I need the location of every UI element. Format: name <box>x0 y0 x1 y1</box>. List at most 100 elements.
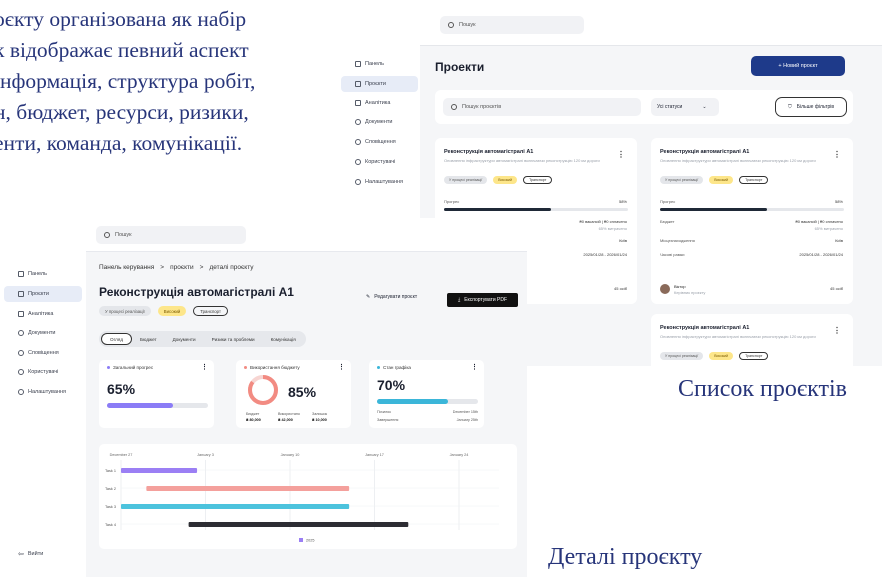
more-vertical-icon[interactable]: ⋮ <box>338 363 345 371</box>
project-search-placeholder: Пошук проєктів <box>462 104 502 110</box>
search-icon <box>451 104 457 110</box>
search-input[interactable]: Пошук <box>440 16 584 34</box>
sidebar-item-analytics[interactable]: Аналітика <box>4 306 82 322</box>
sidebar-item-analytics[interactable]: Аналітика <box>341 95 418 111</box>
budget-col-value: ₴ 80,000 <box>246 418 261 422</box>
kpi-value: 65% <box>107 381 136 397</box>
caption-details: Деталі проєкту <box>548 544 703 570</box>
sidebar-item-label: Документи <box>365 119 393 125</box>
search-icon <box>104 232 110 238</box>
location-label: Місцезнаходження <box>660 238 695 243</box>
owner-name: Віктор <box>674 284 686 289</box>
more-vertical-icon[interactable]: ⋮ <box>833 326 841 335</box>
progress-bar <box>444 208 628 211</box>
sidebar-item-users[interactable]: Користувачі <box>4 364 82 380</box>
more-filters-button[interactable]: ⛉ Більше фільтрів <box>775 97 847 117</box>
sidebar-item-documents[interactable]: Документи <box>4 325 82 341</box>
card-description: Оновлення інфраструктури автомагістралі … <box>660 334 816 339</box>
budget-col-value: ₴ 42,000 <box>278 418 293 422</box>
breadcrumb-details: деталі проєкту <box>209 264 254 271</box>
x-tick-label: January 3 <box>197 453 214 457</box>
tab-risks[interactable]: Ризики та проблеми <box>204 333 263 345</box>
tab-documents[interactable]: Документи <box>165 333 204 345</box>
kpi-budget-card: Використання бюджету ⋮ 85% Бюджет ₴ 80,0… <box>236 360 351 428</box>
search-placeholder: Пошук <box>459 22 476 28</box>
filter-icon: ⛉ <box>787 104 792 110</box>
schedule-row-label: Початок <box>377 410 391 414</box>
more-vertical-icon[interactable]: ⋮ <box>617 150 625 159</box>
sidebar-item-panel[interactable]: Панель <box>4 266 82 282</box>
budget-col-label: Бюджет <box>246 412 260 416</box>
new-project-button[interactable]: + Новий проєкт <box>751 56 845 76</box>
edit-project-button[interactable]: ✎ Редагувати проєкт <box>366 294 417 300</box>
category-badge: Транспорт <box>739 352 769 360</box>
breadcrumb-dashboard[interactable]: Панель керування <box>99 264 154 271</box>
gear-icon <box>18 389 24 395</box>
dot-icon <box>377 366 380 369</box>
progress-bar <box>660 208 844 211</box>
sidebar-item-projects[interactable]: Проєкти <box>341 76 418 92</box>
category-badge: Транспорт <box>739 176 769 184</box>
sidebar: Панель Проєкти Аналітика Документи Спові… <box>0 218 86 577</box>
sidebar-item-notifications[interactable]: Сповіщення <box>4 345 82 361</box>
project-search-input[interactable]: Пошук проєктів <box>443 98 641 116</box>
gantt-bar <box>121 504 350 509</box>
status-select[interactable]: Усі статуси ⌄ <box>651 98 719 116</box>
sidebar-item-settings[interactable]: Налаштування <box>341 174 418 190</box>
sidebar-item-settings[interactable]: Налаштування <box>4 384 82 400</box>
chevron-down-icon: ⌄ <box>702 104 707 110</box>
tab-budget[interactable]: Бюджет <box>132 333 165 345</box>
sidebar-item-panel[interactable]: Панель <box>341 56 418 72</box>
search-input[interactable]: Пошук <box>96 226 246 244</box>
folder-icon <box>18 291 24 297</box>
status-badge: У процесі реалізації <box>660 352 704 360</box>
intro-line: оєкту організована як набір <box>0 7 247 31</box>
logout-icon: ⇦ <box>18 551 24 558</box>
schedule-row-value: December 15th <box>452 410 478 414</box>
status-select-value: Усі статуси <box>657 104 683 110</box>
breadcrumb: Панель керування > проєкти > деталі проє… <box>99 264 254 271</box>
sidebar-item-label: Сповіщення <box>28 350 59 356</box>
dot-icon <box>244 366 247 369</box>
progress-fill <box>107 403 173 408</box>
more-vertical-icon[interactable]: ⋮ <box>471 363 478 371</box>
export-pdf-button[interactable]: ⤓ Експортувати PDF <box>447 293 518 307</box>
sidebar-item-documents[interactable]: Документи <box>341 114 418 130</box>
kpi-label: Стан графіка <box>377 365 411 370</box>
tab-communication[interactable]: Комунікація <box>263 333 304 345</box>
more-vertical-icon[interactable]: ⋮ <box>201 363 208 371</box>
kpi-label-text: Загальний прогрес <box>113 365 154 370</box>
gantt-bar <box>188 522 409 527</box>
sidebar-item-projects[interactable]: Проєкти <box>4 286 82 302</box>
sidebar-item-notifications[interactable]: Сповіщення <box>341 134 418 150</box>
progress-value: 58% <box>618 199 627 204</box>
folder-icon <box>355 81 361 87</box>
owner-role: Керівник проєкту <box>674 290 706 295</box>
budget-donut <box>248 375 278 405</box>
card-description: Оновлення інфраструктури автомагістралі … <box>660 158 816 163</box>
breadcrumb-projects[interactable]: проєкти <box>170 264 194 271</box>
card-description: Оновлення інфраструктури автомагістралі … <box>444 158 600 163</box>
priority-badge: Високий <box>157 306 187 316</box>
status-badge: У процесі реалізації <box>444 176 488 184</box>
logout-button[interactable]: ⇦ Вийти <box>4 546 82 562</box>
sidebar-item-label: Проєкти <box>365 81 386 87</box>
logout-label: Вийти <box>27 551 44 557</box>
project-card[interactable]: Реконструкція автомагістралі А1 ⋮ Оновле… <box>651 138 853 304</box>
priority-badge: Високий <box>493 176 518 184</box>
card-title: Реконструкція автомагістралі А1 <box>444 149 534 155</box>
top-bar: Пошук <box>420 4 882 46</box>
more-vertical-icon[interactable]: ⋮ <box>833 150 841 159</box>
status-badge: У процесі реалізації <box>660 176 704 184</box>
kpi-value: 70% <box>377 377 406 393</box>
breadcrumb-separator: > <box>199 264 204 271</box>
grid-icon <box>18 271 24 277</box>
budget-spent: 65% витрачено <box>814 226 843 231</box>
project-card[interactable]: Реконструкція автомагістралі А1 ⋮ Оновле… <box>651 314 853 366</box>
sidebar-item-users[interactable]: Користувачі <box>341 154 418 170</box>
card-tags: У процесі реалізації Високий Транспорт <box>444 176 553 184</box>
tab-bar: Огляд Бюджет Документи Ризики та проблем… <box>99 331 306 347</box>
sidebar-item-label: Сповіщення <box>365 139 396 145</box>
intro-line: н, бюджет, ресурси, ризики, <box>0 100 249 124</box>
tab-overview[interactable]: Огляд <box>101 333 132 345</box>
